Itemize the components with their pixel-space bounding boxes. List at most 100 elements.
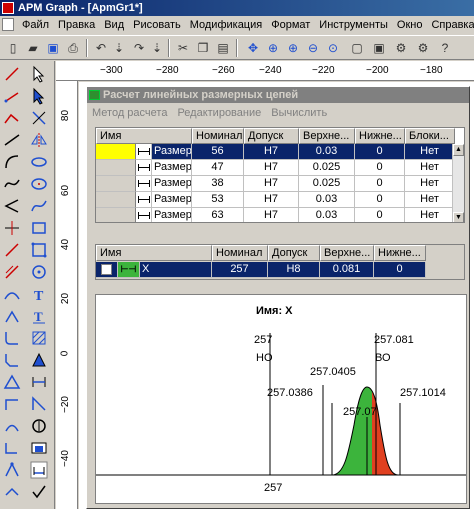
menu-draw[interactable]: Рисовать	[130, 18, 187, 32]
polyline-tool-icon[interactable]	[1, 107, 23, 129]
fill-tool-icon[interactable]	[28, 349, 50, 371]
col-lower[interactable]: Нижне...	[374, 245, 426, 261]
zoom-all-icon[interactable]: ⊙	[324, 39, 342, 57]
cell-upper[interactable]: 0.03	[299, 192, 355, 208]
table-row[interactable]: Размер 38 H7 0.025 0 Нет	[96, 176, 455, 192]
cell-nominal[interactable]: 47	[192, 160, 244, 176]
menu-format[interactable]: Формат	[268, 18, 316, 32]
display-icon[interactable]: ▣	[370, 39, 388, 57]
cell-lower[interactable]: 0	[374, 262, 426, 278]
cut-icon[interactable]: ✂	[174, 39, 192, 57]
table-row[interactable]: Размер 63 H7 0.03 0 Нет	[96, 208, 455, 222]
cell-lower[interactable]: 0	[355, 176, 405, 192]
cell-blocked[interactable]: Нет	[405, 144, 455, 160]
cell-blocked[interactable]: Нет	[405, 192, 455, 208]
pan-icon[interactable]: ✥	[244, 39, 262, 57]
triangle-tool-icon[interactable]	[1, 371, 23, 393]
mirror-tool-icon[interactable]	[28, 129, 50, 151]
cell-upper[interactable]: 0.025	[299, 176, 355, 192]
cell-nominal[interactable]: 63	[192, 208, 244, 222]
closing-checkbox[interactable]	[96, 262, 118, 278]
crossing-tool-icon[interactable]	[1, 217, 23, 239]
redo-icon[interactable]: ↷	[130, 39, 148, 57]
cell-nominal[interactable]: 53	[192, 192, 244, 208]
arc-tool-icon[interactable]	[1, 151, 23, 173]
links-table-scrollbar[interactable]: ▲ ▼	[452, 144, 464, 222]
linear-dimension-icon[interactable]	[28, 371, 50, 393]
menu-file[interactable]: Файл	[19, 18, 55, 32]
help-icon[interactable]: ?	[436, 39, 454, 57]
menu-modify[interactable]: Модификация	[187, 18, 269, 32]
zoom-window-icon[interactable]: ⊕	[264, 39, 282, 57]
spline-tool-icon[interactable]	[1, 173, 23, 195]
cell-blocked[interactable]: Нет	[405, 208, 455, 222]
cell-lower[interactable]: 0	[355, 208, 405, 222]
spline-2-tool-icon[interactable]	[28, 195, 50, 217]
zoom-in-icon[interactable]: ⊕	[284, 39, 302, 57]
polygon-tool-icon[interactable]	[28, 239, 50, 261]
document-system-icon[interactable]	[2, 18, 14, 31]
menu-calculate[interactable]: Вычислить	[266, 105, 332, 121]
menu-edit[interactable]: Правка	[55, 18, 101, 32]
col-name[interactable]: Имя	[96, 245, 212, 261]
hatch-tool-icon[interactable]	[28, 327, 50, 349]
table-row[interactable]: Размер 56 H7 0.03 0 Нет	[96, 144, 455, 160]
multiline-text-tool-icon[interactable]: T	[28, 305, 50, 327]
hatch-line-tool-icon[interactable]	[1, 261, 23, 283]
menu-editing[interactable]: Редактирование	[172, 105, 266, 121]
cell-nominal[interactable]: 38	[192, 176, 244, 192]
angular-dimension-icon[interactable]	[28, 393, 50, 415]
scroll-up-icon[interactable]: ▲	[453, 144, 464, 156]
cell-name[interactable]: X	[140, 262, 212, 278]
col-tolerance[interactable]: Допуск	[244, 128, 299, 144]
scroll-down-icon[interactable]: ▼	[453, 212, 464, 222]
paste-icon[interactable]: ▤	[214, 39, 232, 57]
table-row[interactable]: Размер 47 H7 0.025 0 Нет	[96, 160, 455, 176]
cell-tolerance[interactable]: H7	[244, 208, 299, 222]
tolerance-frame-icon[interactable]	[28, 437, 50, 459]
col-upper[interactable]: Верхне...	[320, 245, 374, 261]
ellipse-tool-icon[interactable]	[28, 173, 50, 195]
tangent-line-tool-icon[interactable]	[1, 129, 23, 151]
line-angle-tool-icon[interactable]	[1, 85, 23, 107]
col-upper[interactable]: Верхне...	[299, 128, 355, 144]
cell-lower[interactable]: 0	[355, 192, 405, 208]
cell-name[interactable]: Размер	[152, 192, 192, 208]
cell-tolerance[interactable]: H7	[244, 160, 299, 176]
cell-nominal[interactable]: 257	[212, 262, 268, 278]
col-tolerance[interactable]: Допуск	[268, 245, 320, 261]
curve-tool-icon[interactable]	[1, 283, 23, 305]
line-tool-icon[interactable]	[1, 63, 23, 85]
copy-icon[interactable]: ❐	[194, 39, 212, 57]
undo-icon[interactable]: ↶	[92, 39, 110, 57]
menu-view[interactable]: Вид	[101, 18, 130, 32]
cell-name[interactable]: Размер	[152, 176, 192, 192]
cell-tolerance[interactable]: H8	[268, 262, 320, 278]
cell-lower[interactable]: 0	[355, 144, 405, 160]
cell-nominal[interactable]: 56	[192, 144, 244, 160]
new-file-icon[interactable]: ▯	[4, 39, 22, 57]
cell-tolerance[interactable]: H7	[244, 192, 299, 208]
radius-tool-icon[interactable]	[1, 437, 23, 459]
cell-lower[interactable]: 0	[355, 160, 405, 176]
center-mark-tool-icon[interactable]	[28, 261, 50, 283]
node-tool-icon[interactable]	[1, 305, 23, 327]
trim-tool-icon[interactable]	[28, 107, 50, 129]
col-name[interactable]: Имя	[96, 128, 192, 144]
redo-dropdown-icon[interactable]: ⇣	[148, 39, 166, 57]
cell-upper[interactable]: 0.025	[299, 160, 355, 176]
arc-dimension-tool-icon[interactable]	[1, 415, 23, 437]
cell-name[interactable]: Размер	[152, 144, 192, 160]
diagonal-tool-icon[interactable]	[1, 239, 23, 261]
cell-tolerance[interactable]: H7	[244, 176, 299, 192]
save-icon[interactable]: ▣	[44, 39, 62, 57]
cell-blocked[interactable]: Нет	[405, 160, 455, 176]
angle-tool-icon[interactable]	[1, 195, 23, 217]
col-blocked[interactable]: Блоки...	[405, 128, 455, 144]
circle-tool-icon[interactable]	[28, 151, 50, 173]
print-icon[interactable]: ⎙	[64, 39, 82, 57]
open-folder-icon[interactable]: ▰	[24, 39, 42, 57]
closing-link-row[interactable]: ⊢⊣ X 257 H8 0.081 0	[96, 262, 426, 278]
chamfer-tool-icon[interactable]	[1, 349, 23, 371]
rectangle-tool-icon[interactable]	[28, 217, 50, 239]
